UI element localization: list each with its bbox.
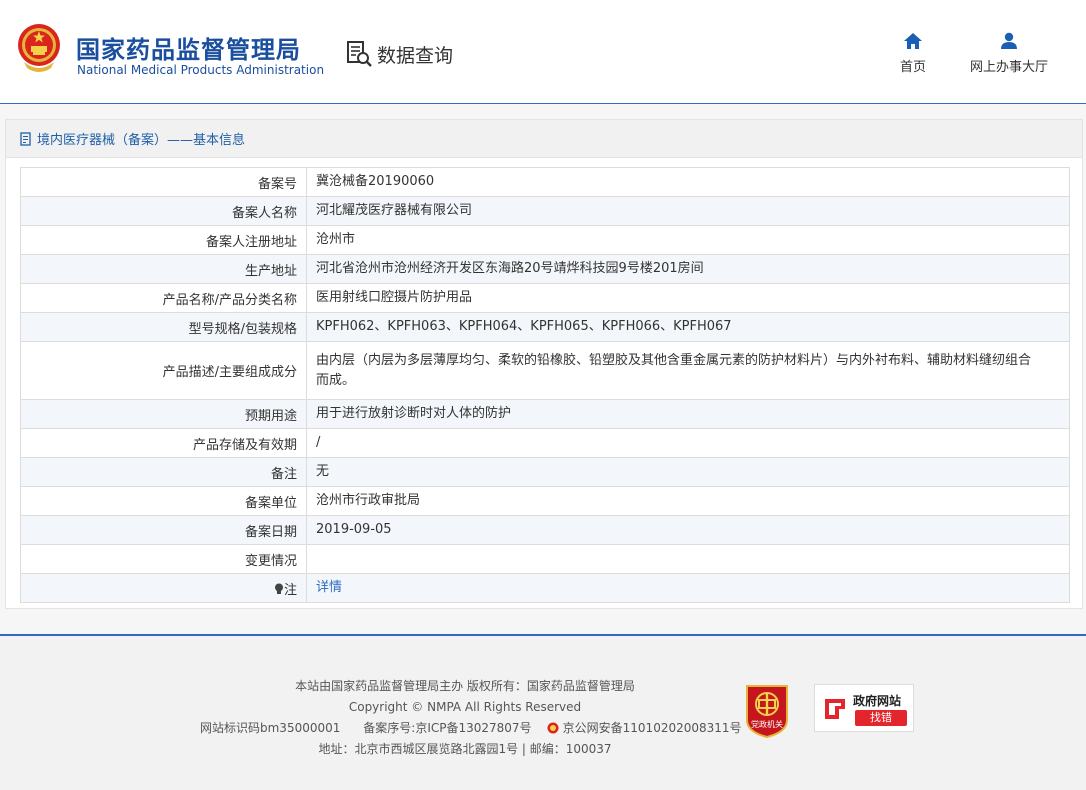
row-value: 河北耀茂医疗器械有限公司 (306, 196, 1070, 226)
row-label: 变更情况 (20, 544, 307, 574)
row-value: 冀沧械备20190060 (306, 167, 1070, 197)
gov-error-action: 找错 (855, 710, 907, 726)
row-value: KPFH062、KPFH063、KPFH064、KPFH065、KPFH066、… (306, 312, 1070, 342)
data-query-title[interactable]: 数据查询 (345, 40, 453, 68)
footer-info: 本站由国家药品监督管理局主办 版权所有：国家药品监督管理局 Copyright … (200, 676, 742, 760)
row-value: / (306, 428, 1070, 458)
site-header: 国家药品监督管理局 National Medical Products Admi… (0, 0, 1086, 104)
table-row: 产品描述/主要组成成分 由内层（内层为多层薄厚均匀、柔软的铅橡胶、铅塑胶及其他含重… (20, 341, 1070, 400)
table-row: 产品名称/产品分类名称 医用射线口腔摄片防护用品 (20, 283, 1070, 313)
home-icon (904, 33, 922, 49)
party-gov-badge[interactable]: 党政机关 (743, 682, 791, 739)
gov-error-title: 政府网站 (853, 694, 902, 708)
table-row: 备案人名称 河北耀茂医疗器械有限公司 (20, 196, 1070, 226)
row-label: 备案单位 (20, 486, 307, 516)
table-row: 备案号 冀沧械备20190060 (20, 167, 1070, 197)
row-value: 用于进行放射诊断时对人体的防护 (306, 399, 1070, 429)
record-info-table: 备案号 冀沧械备20190060 备案人名称 河北耀茂医疗器械有限公司 备案人注册地… (20, 167, 1070, 603)
row-label-note: 注 (20, 573, 307, 603)
row-value: 沧州市 (306, 225, 1070, 255)
row-value: 医用射线口腔摄片防护用品 (306, 283, 1070, 313)
row-label: 生产地址 (20, 254, 307, 284)
table-row: 生产地址 河北省沧州市沧州经济开发区东海路20号靖烨科技园9号楼201房间 (20, 254, 1070, 284)
table-row: 备注无 (20, 457, 1070, 487)
row-label: 产品存储及有效期 (20, 428, 307, 458)
row-value (306, 544, 1070, 574)
row-value: 沧州市行政审批局 (306, 486, 1070, 516)
footer-site-id: 网站标识码bm35000001 (200, 721, 341, 735)
row-value: 由内层（内层为多层薄厚均匀、柔软的铅橡胶、铅塑胶及其他含重金属元素的防护材料片）… (306, 341, 1070, 400)
site-footer: 本站由国家药品监督管理局主办 版权所有：国家药品监督管理局 Copyright … (0, 636, 1086, 790)
lightbulb-icon (274, 583, 283, 594)
row-label: 备案人名称 (20, 196, 307, 226)
nav-home-label: 首页 (900, 60, 927, 75)
table-row: 注 详情 (20, 573, 1070, 603)
row-value-note: 详情 (306, 573, 1070, 603)
detail-link[interactable]: 详情 (316, 580, 342, 595)
table-row: 备案单位 沧州市行政审批局 (20, 486, 1070, 516)
national-emblem-icon[interactable] (16, 22, 62, 74)
footer-address: 地址：北京市西城区展览路北露园1号 | 邮编：100037 (318, 742, 612, 756)
row-value: 河北省沧州市沧州经济开发区东海路20号靖烨科技园9号楼201房间 (306, 254, 1070, 284)
gov-error-logo-icon (825, 699, 845, 719)
footer-registration: 网站标识码bm35000001 备案序号:京ICP备13027807号 京公网安… (200, 718, 742, 739)
row-label: 备注 (20, 457, 307, 487)
note-label: 注 (283, 582, 297, 598)
nav-online-hall-label: 网上办事大厅 (970, 60, 1049, 75)
row-label: 型号规格/包装规格 (20, 312, 307, 342)
table-row: 产品存储及有效期 / (20, 428, 1070, 458)
footer-police-link[interactable]: 京公网安备11010202008311号 (563, 721, 742, 735)
document-search-icon (347, 41, 372, 67)
document-icon (20, 131, 31, 146)
record-panel: 境内医疗器械（备案）——基本信息 备案号 冀沧械备20190060 备案人名称 河北… (5, 119, 1083, 609)
table-row: 变更情况 (20, 544, 1070, 574)
police-badge-icon (547, 722, 559, 734)
footer-copyright: Copyright © NMPA All Rights Reserved (348, 700, 582, 714)
gov-site-error-button[interactable]: 政府网站 找错 (814, 684, 914, 732)
row-value: 2019-09-05 (306, 515, 1070, 545)
data-query-label: 数据查询 (377, 44, 454, 67)
site-title-en[interactable]: National Medical Products Administration (77, 63, 324, 77)
row-label: 备案号 (20, 167, 307, 197)
nav-home[interactable]: 首页 (900, 32, 926, 75)
footer-host: 本站由国家药品监督管理局主办 版权所有：国家药品监督管理局 (295, 679, 635, 693)
user-icon (1001, 32, 1017, 49)
row-label: 产品描述/主要组成成分 (20, 341, 307, 400)
nav-online-hall[interactable]: 网上办事大厅 (970, 32, 1048, 75)
table-row: 备案日期 2019-09-05 (20, 515, 1070, 545)
row-label: 备案人注册地址 (20, 225, 307, 255)
party-gov-badge-text: 党政机关 (751, 720, 783, 729)
panel-title: 境内医疗器械（备案）——基本信息 (37, 133, 246, 148)
row-label: 预期用途 (20, 399, 307, 429)
row-label: 备案日期 (20, 515, 307, 545)
table-row: 型号规格/包装规格 KPFH062、KPFH063、KPFH064、KPFH065… (20, 312, 1070, 342)
site-title-cn[interactable]: 国家药品监督管理局 (76, 30, 301, 65)
row-value: 无 (306, 457, 1070, 487)
footer-icp-link[interactable]: 备案序号:京ICP备13027807号 (363, 721, 531, 735)
table-row: 预期用途 用于进行放射诊断时对人体的防护 (20, 399, 1070, 429)
panel-header: 境内医疗器械（备案）——基本信息 (6, 120, 1082, 158)
table-row: 备案人注册地址 沧州市 (20, 225, 1070, 255)
row-label: 产品名称/产品分类名称 (20, 283, 307, 313)
